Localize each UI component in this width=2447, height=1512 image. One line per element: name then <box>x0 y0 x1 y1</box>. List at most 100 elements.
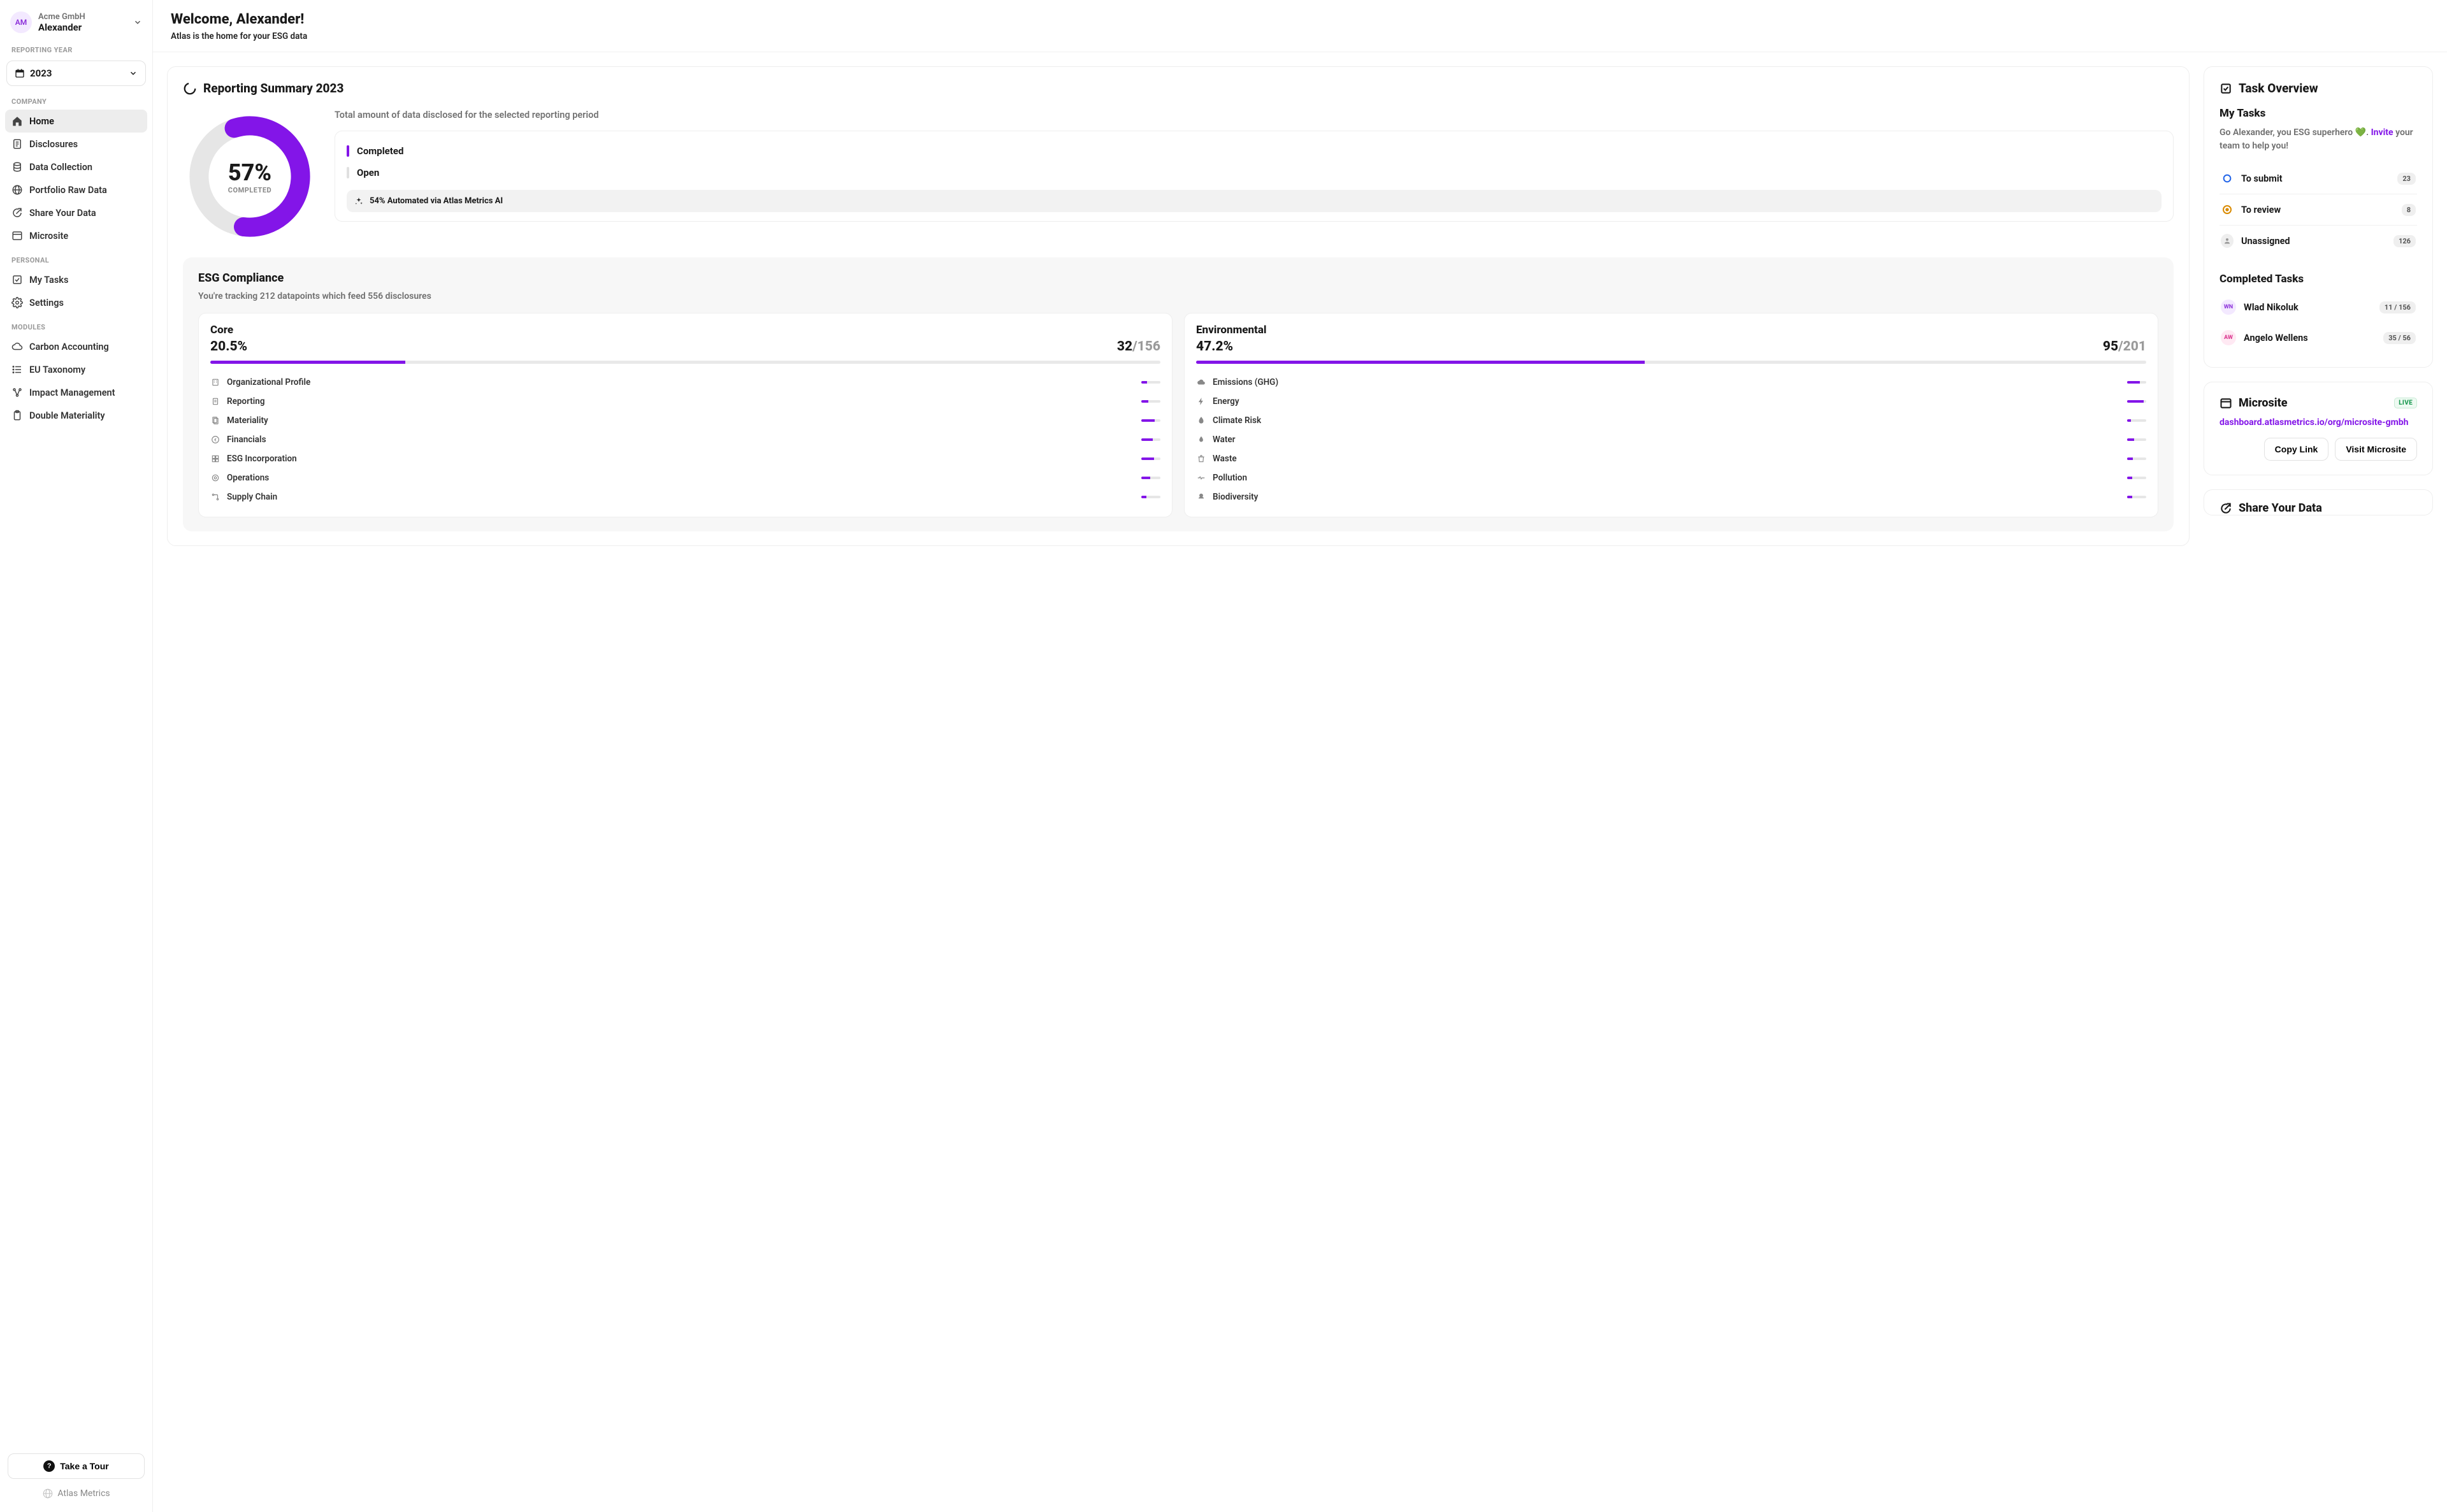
metric-row[interactable]: Materiality <box>210 411 1160 430</box>
nodes-icon <box>11 387 23 398</box>
progress-circle-icon <box>183 82 197 96</box>
task-label: To submit <box>2241 173 2390 184</box>
person-avatar: AW <box>2221 330 2236 345</box>
metric-row[interactable]: Climate Risk <box>1196 411 2146 430</box>
metric-row[interactable]: Emissions (GHG) <box>1196 373 2146 392</box>
take-tour-button[interactable]: ? Take a Tour <box>8 1453 145 1479</box>
main-content: Welcome, Alexander! Atlas is the home fo… <box>153 0 2447 1512</box>
sidebar-item-settings[interactable]: Settings <box>5 291 147 314</box>
metric-label: Financials <box>227 435 1135 445</box>
sidebar: AM Acme GmbH Alexander REPORTING YEAR 20… <box>0 0 153 1512</box>
invite-link[interactable]: Invite <box>2371 127 2393 138</box>
microsite-url[interactable]: dashboard.atlasmetrics.io/org/microsite-… <box>2220 417 2417 428</box>
sidebar-item-double-materiality[interactable]: Double Materiality <box>5 404 147 427</box>
copy-link-button[interactable]: Copy Link <box>2264 438 2329 461</box>
task-count-badge: 8 <box>2402 204 2416 216</box>
metric-row[interactable]: Water <box>1196 430 2146 449</box>
svg-text:€: € <box>214 437 217 442</box>
task-count-badge: 23 <box>2397 173 2416 185</box>
sidebar-item-share-your-data[interactable]: Share Your Data <box>5 201 147 224</box>
completed-tasks-heading: Completed Tasks <box>2220 273 2417 285</box>
sidebar-item-label: Home <box>29 116 54 127</box>
legend-box: Completed Open 54% <box>335 131 2174 222</box>
metric-row[interactable]: Supply Chain <box>210 487 1160 507</box>
sidebar-item-label: Share Your Data <box>29 208 96 219</box>
account-switcher[interactable]: AM Acme GmbH Alexander <box>5 8 147 37</box>
metric-progress-bar <box>2127 496 2146 498</box>
sidebar-item-label: Carbon Accounting <box>29 342 109 352</box>
metric-progress-bar <box>1141 496 1160 498</box>
share-icon <box>11 207 23 219</box>
metric-label: ESG Incorporation <box>227 454 1135 464</box>
compliance-card-core: Core 20.5% 32/156 Organizational Profile… <box>198 313 1173 517</box>
metric-icon <box>1196 435 1206 444</box>
task-row-unassigned[interactable]: Unassigned 126 <box>2220 226 2417 256</box>
metric-label: Reporting <box>227 396 1135 407</box>
brand-logo: Atlas Metrics <box>8 1479 145 1502</box>
my-tasks-subtitle: Go Alexander, you ESG superhero 💚. Invit… <box>2220 126 2417 153</box>
metric-row[interactable]: Biodiversity <box>1196 487 2146 507</box>
document-icon <box>11 138 23 150</box>
sidebar-item-portfolio-raw-data[interactable]: Portfolio Raw Data <box>5 178 147 201</box>
sidebar-item-label: Portfolio Raw Data <box>29 185 107 196</box>
metric-row[interactable]: Energy <box>1196 392 2146 411</box>
person-row[interactable]: WN Wlad Nikoluk 11 / 156 <box>2220 292 2417 322</box>
metric-label: Water <box>1213 435 2121 445</box>
metric-row[interactable]: € Financials <box>210 430 1160 449</box>
sidebar-item-eu-taxonomy[interactable]: EU Taxonomy <box>5 358 147 381</box>
metric-progress-bar <box>1141 457 1160 460</box>
year-picker[interactable]: 2023 <box>6 61 146 86</box>
metric-icon <box>210 473 220 482</box>
sidebar-item-my-tasks[interactable]: My Tasks <box>5 268 147 291</box>
metric-row[interactable]: ESG Incorporation <box>210 449 1160 468</box>
metric-icon <box>210 454 220 463</box>
task-row-to-review[interactable]: To review 8 <box>2220 194 2417 226</box>
database-icon <box>11 161 23 173</box>
microsite-title: Microsite <box>2239 396 2388 410</box>
compliance-card-environmental: Environmental 47.2% 95/201 Emissions (GH… <box>1184 313 2158 517</box>
metric-row[interactable]: Organizational Profile <box>210 373 1160 392</box>
metric-icon <box>1196 397 1206 406</box>
person-row[interactable]: AW Angelo Wellens 35 / 56 <box>2220 322 2417 353</box>
task-overview-title: Task Overview <box>2239 81 2318 96</box>
gear-icon <box>11 297 23 308</box>
sidebar-item-label: My Tasks <box>29 275 68 285</box>
metric-row[interactable]: Pollution <box>1196 468 2146 487</box>
person-count-badge: 11 / 156 <box>2379 301 2416 313</box>
person-avatar: WN <box>2221 299 2236 315</box>
sidebar-item-microsite[interactable]: Microsite <box>5 224 147 247</box>
compliance-progress-bar <box>1196 361 2146 364</box>
metric-progress-bar <box>2127 438 2146 441</box>
section-label-company: COMPANY <box>5 89 147 110</box>
visit-microsite-button[interactable]: Visit Microsite <box>2335 438 2417 461</box>
sidebar-item-impact-management[interactable]: Impact Management <box>5 381 147 404</box>
metric-row[interactable]: Reporting <box>210 392 1160 411</box>
metric-label: Emissions (GHG) <box>1213 377 2121 387</box>
sidebar-item-carbon-accounting[interactable]: Carbon Accounting <box>5 335 147 358</box>
compliance-fraction: 95/201 <box>2103 339 2146 354</box>
section-label-reporting-year: REPORTING YEAR <box>5 37 147 58</box>
share-icon <box>2220 502 2232 515</box>
compliance-group-name: Environmental <box>1196 324 2146 336</box>
calendar-icon <box>15 68 25 78</box>
task-label: To review <box>2241 205 2394 215</box>
metric-row[interactable]: Waste <box>1196 449 2146 468</box>
check-square-icon <box>2220 82 2232 95</box>
task-row-to-submit[interactable]: To submit 23 <box>2220 163 2417 194</box>
metric-icon <box>1196 454 1206 463</box>
metric-icon <box>1196 416 1206 425</box>
metric-row[interactable]: Operations <box>210 468 1160 487</box>
completion-donut-chart: 57% COMPLETED <box>183 110 317 243</box>
metric-icon <box>1196 473 1206 482</box>
metric-icon: € <box>210 435 220 444</box>
legend-swatch-open <box>347 167 349 178</box>
page-subtitle: Atlas is the home for your ESG data <box>171 31 2429 41</box>
metric-progress-bar <box>1141 381 1160 384</box>
metric-label: Materiality <box>227 415 1135 426</box>
sidebar-item-home[interactable]: Home <box>5 110 147 133</box>
sidebar-item-data-collection[interactable]: Data Collection <box>5 155 147 178</box>
sidebar-item-disclosures[interactable]: Disclosures <box>5 133 147 155</box>
compliance-fraction: 32/156 <box>1117 339 1160 354</box>
metric-progress-bar <box>2127 419 2146 422</box>
metric-icon <box>210 416 220 425</box>
